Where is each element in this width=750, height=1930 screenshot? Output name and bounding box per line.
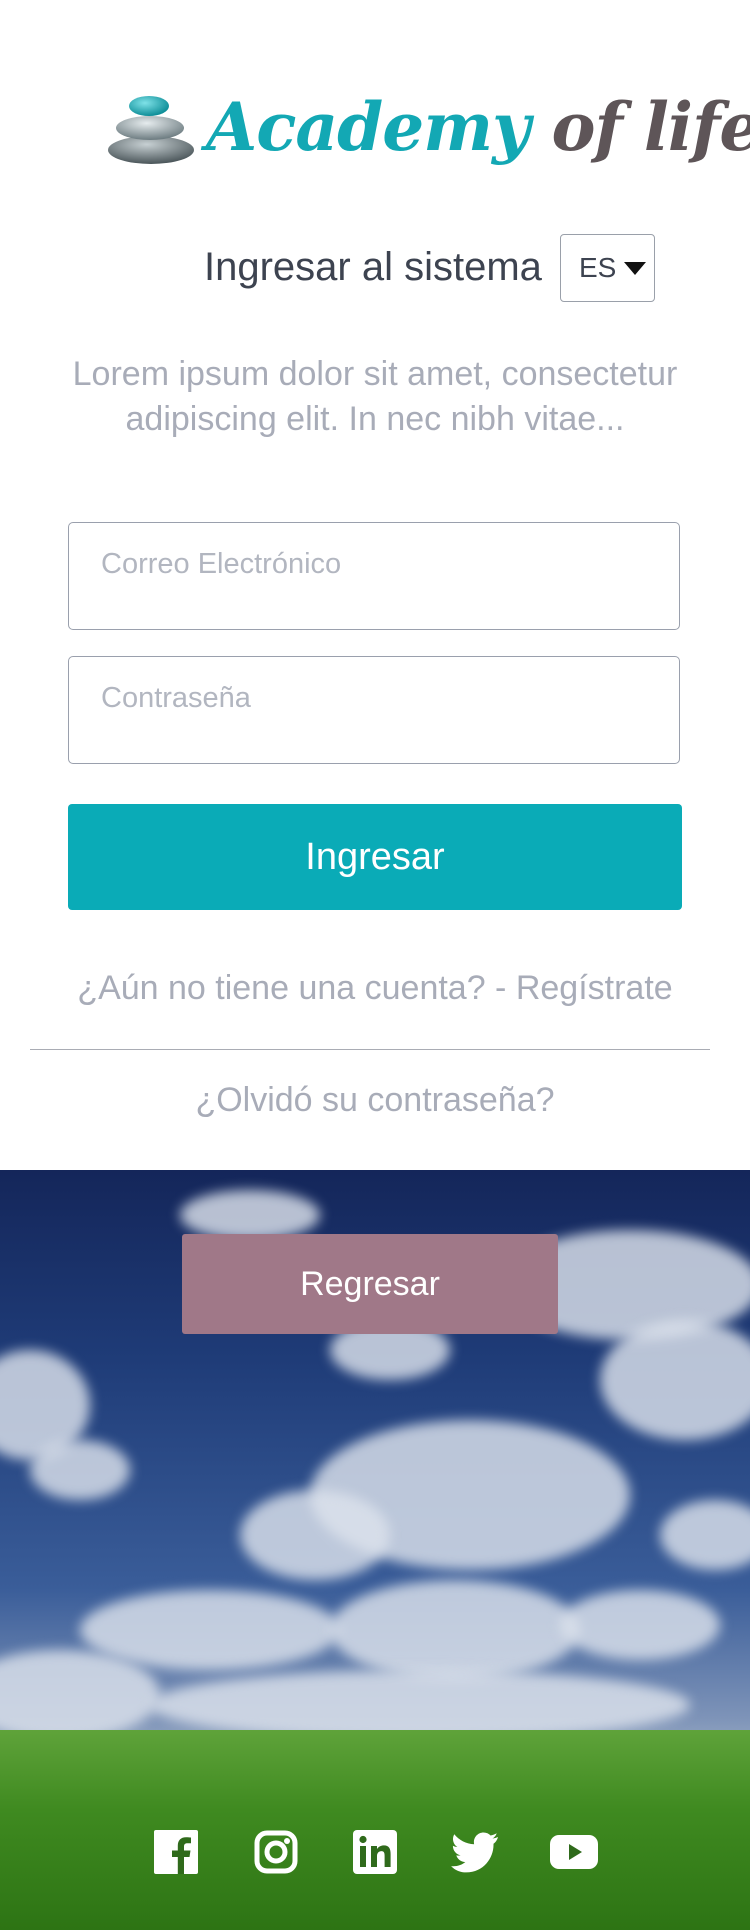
youtube-icon[interactable] bbox=[548, 1826, 600, 1878]
cloud bbox=[330, 1580, 580, 1680]
language-select[interactable]: ES bbox=[560, 234, 655, 302]
cloud bbox=[600, 1320, 750, 1440]
stones-icon bbox=[108, 96, 194, 164]
cloud bbox=[30, 1440, 130, 1500]
cloud bbox=[560, 1590, 720, 1660]
password-field[interactable] bbox=[69, 657, 679, 763]
twitter-icon[interactable] bbox=[449, 1826, 501, 1878]
cloud bbox=[180, 1190, 320, 1240]
back-button[interactable]: Regresar bbox=[182, 1234, 558, 1334]
background-scene: Regresar bbox=[0, 1170, 750, 1930]
password-field-wrapper bbox=[68, 656, 680, 764]
cloud bbox=[660, 1500, 750, 1570]
logo-wordmark: Academy of life bbox=[206, 88, 750, 166]
forgot-password-link[interactable]: ¿Olvidó su contraseña? bbox=[195, 1081, 554, 1119]
facebook-icon[interactable] bbox=[150, 1826, 202, 1878]
linkedin-icon[interactable] bbox=[349, 1826, 401, 1878]
page-title: Ingresar al sistema bbox=[204, 245, 542, 289]
instagram-icon[interactable] bbox=[250, 1826, 302, 1878]
email-field-wrapper bbox=[68, 522, 680, 630]
chevron-down-icon bbox=[624, 261, 647, 275]
cloud bbox=[240, 1490, 390, 1580]
forgot-prompt: ¿Olvidó su contraseña? bbox=[0, 1078, 750, 1122]
header-row: Ingresar al sistema ES bbox=[0, 234, 750, 302]
register-prompt: ¿Aún no tiene una cuenta? - Regístrate bbox=[0, 966, 750, 1010]
intro-text: Lorem ipsum dolor sit amet, consectetur … bbox=[72, 355, 678, 438]
language-code: ES bbox=[579, 252, 617, 283]
login-button[interactable]: Ingresar bbox=[68, 804, 682, 910]
social-links bbox=[150, 1826, 600, 1878]
cloud bbox=[0, 1650, 160, 1740]
register-link[interactable]: ¿Aún no tiene una cuenta? - Regístrate bbox=[77, 969, 672, 1007]
app-logo: Academy of life bbox=[0, 88, 750, 178]
divider bbox=[30, 1049, 710, 1050]
email-field[interactable] bbox=[69, 523, 679, 629]
